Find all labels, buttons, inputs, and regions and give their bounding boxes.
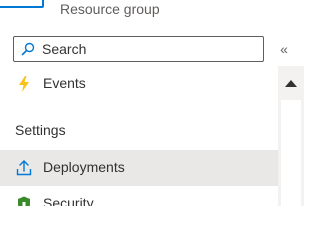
nav-item-events[interactable]: Events xyxy=(0,66,278,102)
nav-item-label: Events xyxy=(43,75,86,91)
nav-item-security[interactable]: Security xyxy=(0,186,278,206)
nav-item-label: Security xyxy=(43,195,94,206)
section-title-settings: Settings xyxy=(15,122,66,138)
nav-item-deployments[interactable]: Deployments xyxy=(0,150,278,186)
scroll-up-arrow[interactable] xyxy=(285,80,297,87)
upload-icon xyxy=(16,160,32,176)
search-placeholder: Search xyxy=(42,41,87,57)
shield-icon xyxy=(18,196,30,206)
scrollbar[interactable] xyxy=(278,66,304,206)
collapse-menu-button[interactable]: « xyxy=(276,39,292,59)
search-icon xyxy=(21,42,35,56)
nav-item-label: Deployments xyxy=(43,159,125,175)
lightning-icon xyxy=(19,76,29,92)
search-input[interactable]: Search xyxy=(13,36,264,62)
resource-type-label: Resource group xyxy=(60,1,160,17)
resource-header: Resource group xyxy=(0,0,304,28)
resource-menu: Events Settings Deployments Security xyxy=(0,66,278,206)
scroll-thumb[interactable] xyxy=(281,100,301,206)
resource-group-icon xyxy=(0,0,44,8)
